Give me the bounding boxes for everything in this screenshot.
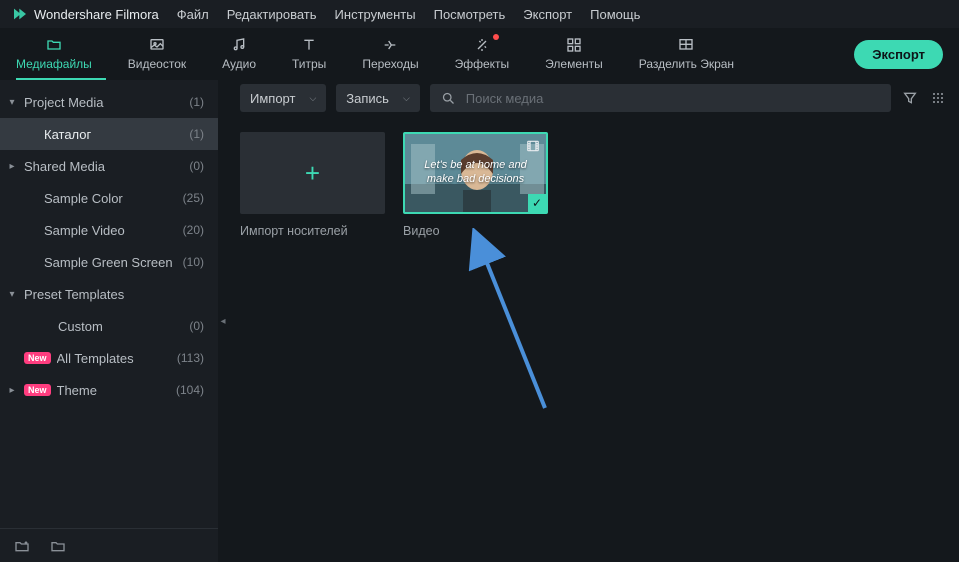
new-badge: New: [24, 352, 51, 364]
sidebar-item-custom[interactable]: Custom (0): [0, 310, 218, 342]
item-count: (0): [189, 159, 204, 173]
import-media-tile[interactable]: + Импорт носителей: [240, 132, 385, 238]
main-toolbar: Импорт ⌵ Запись ⌵: [228, 80, 959, 116]
item-count: (25): [183, 191, 204, 205]
record-dropdown[interactable]: Запись ⌵: [336, 84, 419, 112]
search-input[interactable]: [466, 91, 881, 106]
sidebar-item-catalog[interactable]: Каталог (1): [0, 118, 218, 150]
item-count: (1): [189, 127, 204, 141]
tab-elements[interactable]: Элементы: [545, 37, 603, 71]
sidebar-item-sample-color[interactable]: Sample Color (25): [0, 182, 218, 214]
import-thumbnail[interactable]: +: [240, 132, 385, 214]
sidebar: ▾ Project Media (1) Каталог (1) ▸ Shared…: [0, 80, 218, 562]
text-icon: [300, 37, 318, 53]
item-count: (113): [177, 351, 204, 365]
menu-view[interactable]: Посмотреть: [434, 7, 506, 22]
video-clip-tile[interactable]: Let's be at home and make bad decisions …: [403, 132, 548, 238]
main-panel: Импорт ⌵ Запись ⌵ +: [228, 80, 959, 562]
menu-export[interactable]: Экспорт: [523, 7, 572, 22]
tab-titles[interactable]: Титры: [292, 37, 326, 71]
sparkle-icon: [473, 37, 491, 53]
plus-icon: +: [305, 158, 320, 189]
chevron-down-icon: ⌵: [309, 93, 316, 104]
search-field[interactable]: [430, 84, 891, 112]
tab-stock[interactable]: Видеосток: [128, 37, 186, 71]
tab-split-screen[interactable]: Разделить Экран: [639, 37, 734, 71]
active-tab-underline: [16, 78, 106, 80]
folder-icon[interactable]: [50, 538, 66, 554]
menu-tools[interactable]: Инструменты: [335, 7, 416, 22]
sidebar-collapse-handle[interactable]: ◂: [218, 80, 228, 562]
film-icon: [525, 139, 541, 153]
toolbar: Медиафайлы Видеосток Аудио Титры Переход…: [0, 28, 959, 80]
app-logo: Wondershare Filmora: [12, 6, 159, 22]
tile-label: Импорт носителей: [240, 224, 385, 238]
chevron-down-icon: ▾: [0, 289, 24, 300]
menu-file[interactable]: Файл: [177, 7, 209, 22]
split-icon: [677, 37, 695, 53]
menu-help[interactable]: Помощь: [590, 7, 640, 22]
chevron-right-icon: ▸: [0, 161, 24, 172]
import-dropdown[interactable]: Импорт ⌵: [240, 84, 326, 112]
transition-icon: [381, 37, 399, 53]
item-count: (20): [183, 223, 204, 237]
video-thumbnail[interactable]: Let's be at home and make bad decisions …: [403, 132, 548, 214]
new-folder-plus-icon[interactable]: [14, 538, 30, 554]
chevron-down-icon: ⌵: [403, 93, 410, 104]
tab-media[interactable]: Медиафайлы: [16, 37, 92, 71]
check-icon: ✓: [528, 194, 546, 212]
music-icon: [230, 37, 248, 53]
sidebar-item-shared-media[interactable]: ▸ Shared Media (0): [0, 150, 218, 182]
sidebar-item-preset-templates[interactable]: ▾ Preset Templates: [0, 278, 218, 310]
grid-view-icon[interactable]: [929, 89, 947, 107]
export-button[interactable]: Экспорт: [854, 40, 943, 69]
sidebar-item-sample-video[interactable]: Sample Video (20): [0, 214, 218, 246]
folder-icon: [45, 37, 63, 53]
video-overlay-text: Let's be at home and make bad decisions: [424, 159, 526, 187]
chevron-right-icon: ▸: [0, 385, 24, 396]
tab-audio[interactable]: Аудио: [222, 37, 256, 71]
effects-notification-dot: [493, 34, 499, 40]
filmora-logo-icon: [12, 6, 28, 22]
sidebar-tree: ▾ Project Media (1) Каталог (1) ▸ Shared…: [0, 80, 218, 528]
chevron-down-icon: ▾: [0, 97, 24, 108]
sidebar-item-all-templates[interactable]: New All Templates (113): [0, 342, 218, 374]
item-count: (1): [189, 95, 204, 109]
media-grid: + Импорт носителей Let': [228, 116, 959, 562]
item-count: (10): [183, 255, 204, 269]
menu-edit[interactable]: Редактировать: [227, 7, 317, 22]
sidebar-item-project-media[interactable]: ▾ Project Media (1): [0, 86, 218, 118]
tile-label: Видео: [403, 224, 548, 238]
elements-icon: [565, 37, 583, 53]
item-count: (0): [189, 319, 204, 333]
item-count: (104): [176, 383, 204, 397]
titlebar: Wondershare Filmora Файл Редактировать И…: [0, 0, 959, 28]
sidebar-item-theme[interactable]: ▸ New Theme (104): [0, 374, 218, 406]
tab-effects[interactable]: Эффекты: [455, 37, 510, 71]
tab-transitions[interactable]: Переходы: [362, 37, 418, 71]
search-icon: [440, 89, 458, 107]
sidebar-item-sample-green-screen[interactable]: Sample Green Screen (10): [0, 246, 218, 278]
filter-icon[interactable]: [901, 89, 919, 107]
app-title: Wondershare Filmora: [34, 7, 159, 22]
image-icon: [148, 37, 166, 53]
new-badge: New: [24, 384, 51, 396]
menubar: Файл Редактировать Инструменты Посмотрет…: [177, 7, 641, 22]
content: ▾ Project Media (1) Каталог (1) ▸ Shared…: [0, 80, 959, 562]
sidebar-footer: [0, 528, 218, 562]
